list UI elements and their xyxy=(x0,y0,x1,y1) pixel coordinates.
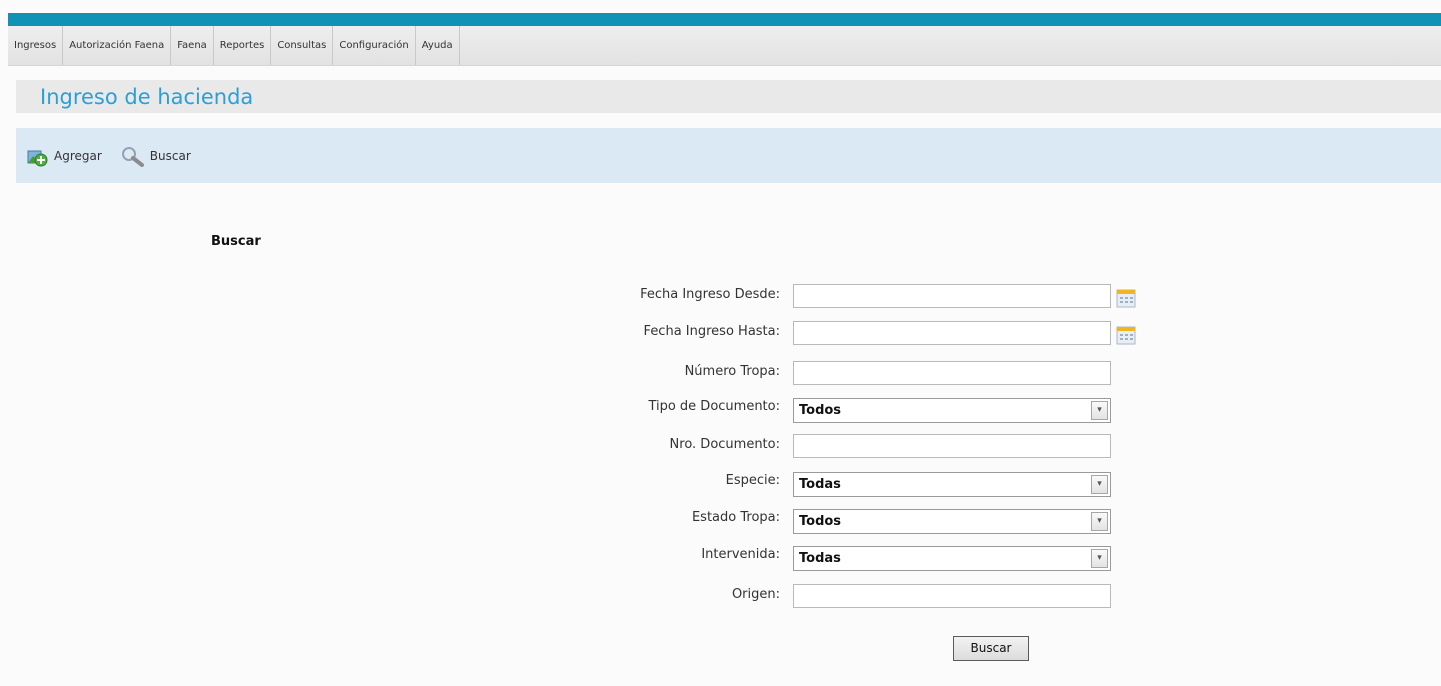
fecha-hasta-input[interactable] xyxy=(793,321,1111,345)
origen-label: Origen: xyxy=(731,587,780,602)
search-submit-button[interactable]: Buscar xyxy=(953,636,1029,661)
especie-label: Especie: xyxy=(725,473,780,488)
fecha-hasta-label: Fecha Ingreso Hasta: xyxy=(643,324,780,339)
search-section-title: Buscar xyxy=(211,234,261,249)
numero-tropa-label: Número Tropa: xyxy=(684,364,780,379)
row-intervenida: Intervenida: Todas ▾ xyxy=(0,543,1441,571)
fecha-desde-label: Fecha Ingreso Desde: xyxy=(640,287,780,302)
calendar-icon[interactable] xyxy=(1114,287,1138,309)
add-button-label: Agregar xyxy=(54,148,102,163)
calendar-icon[interactable] xyxy=(1114,324,1138,346)
page-title: Ingreso de hacienda xyxy=(40,85,254,109)
menu-item-faena[interactable]: Faena xyxy=(171,26,214,65)
row-numero-tropa: Número Tropa: xyxy=(0,360,1441,388)
menu-item-autorizacion-faena[interactable]: Autorización Faena xyxy=(63,26,172,65)
chevron-down-icon[interactable]: ▾ xyxy=(1091,401,1108,420)
chevron-down-icon[interactable]: ▾ xyxy=(1091,549,1108,568)
estado-tropa-select[interactable]: Todos ▾ xyxy=(793,509,1111,534)
intervenida-value: Todas xyxy=(799,551,841,566)
fecha-desde-input[interactable] xyxy=(793,284,1111,308)
intervenida-label: Intervenida: xyxy=(701,547,780,562)
menu-item-ayuda[interactable]: Ayuda xyxy=(416,26,460,65)
search-toolbar-label: Buscar xyxy=(149,148,191,163)
search-icon xyxy=(121,146,144,167)
row-especie: Especie: Todas ▾ xyxy=(0,469,1441,497)
row-fecha-hasta: Fecha Ingreso Hasta: xyxy=(0,320,1441,348)
intervenida-select[interactable]: Todas ▾ xyxy=(793,546,1111,571)
chevron-down-icon[interactable]: ▾ xyxy=(1091,512,1108,531)
menu-item-reportes[interactable]: Reportes xyxy=(214,26,272,65)
estado-tropa-label: Estado Tropa: xyxy=(691,510,780,525)
page-header: Ingreso de hacienda xyxy=(16,80,1441,113)
row-nro-documento: Nro. Documento: xyxy=(0,433,1441,461)
search-toolbar-button[interactable]: Buscar xyxy=(120,145,191,167)
add-icon xyxy=(27,150,48,166)
estado-tropa-value: Todos xyxy=(799,514,842,529)
chevron-down-icon[interactable]: ▾ xyxy=(1091,475,1108,494)
main-menu: Ingresos Autorización Faena Faena Report… xyxy=(8,26,1441,66)
especie-select[interactable]: Todas ▾ xyxy=(793,472,1111,497)
row-origen: Origen: xyxy=(0,583,1441,611)
numero-tropa-input[interactable] xyxy=(793,361,1111,385)
menu-item-ingresos[interactable]: Ingresos xyxy=(8,26,64,65)
add-button[interactable]: Agregar xyxy=(26,145,102,167)
row-estado-tropa: Estado Tropa: Todos ▾ xyxy=(0,506,1441,534)
toolbar: Agregar Buscar xyxy=(16,128,1441,183)
tipo-documento-select[interactable]: Todos ▾ xyxy=(793,398,1111,423)
tipo-documento-value: Todos xyxy=(799,403,842,418)
tipo-documento-label: Tipo de Documento: xyxy=(648,399,780,414)
row-tipo-documento: Tipo de Documento: Todos ▾ xyxy=(0,395,1441,423)
nro-documento-input[interactable] xyxy=(793,434,1111,458)
top-accent-bar xyxy=(8,13,1441,26)
menu-item-configuracion[interactable]: Configuración xyxy=(333,26,416,65)
origen-input[interactable] xyxy=(793,584,1111,608)
row-fecha-desde: Fecha Ingreso Desde: xyxy=(0,283,1441,311)
especie-value: Todas xyxy=(799,477,841,492)
menu-item-consultas[interactable]: Consultas xyxy=(271,26,334,65)
nro-documento-label: Nro. Documento: xyxy=(669,437,780,452)
